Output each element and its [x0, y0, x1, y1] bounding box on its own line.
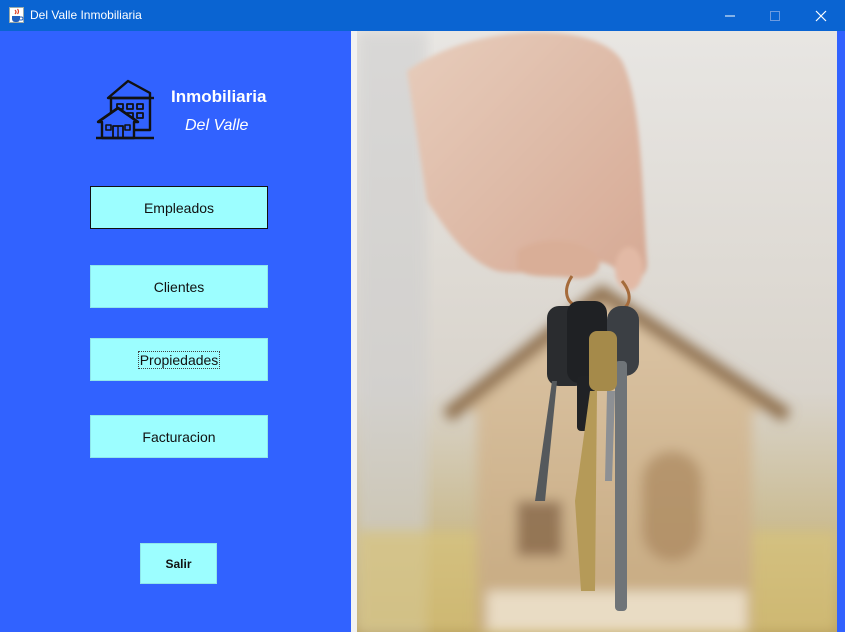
brand-subtitle: Del Valle: [185, 117, 249, 134]
menu-panel: [0, 31, 351, 632]
photo-illustration: [357, 31, 837, 632]
billing-button-label: Facturacion: [142, 428, 216, 445]
clients-button-label: Clientes: [153, 278, 205, 295]
maximize-icon: [769, 10, 780, 21]
window-titlebar[interactable]: Del Valle Inmobiliaria: [0, 0, 845, 31]
maximize-button[interactable]: [752, 0, 797, 31]
employees-button-label: Empleados: [143, 199, 215, 216]
window-title: Del Valle Inmobiliaria: [30, 8, 142, 22]
buildings-icon: [96, 79, 154, 140]
exit-button-label: Salir: [165, 556, 192, 571]
minimize-icon: [724, 15, 735, 16]
billing-button[interactable]: Facturacion: [90, 415, 268, 458]
clients-button[interactable]: Clientes: [90, 265, 268, 308]
minimize-button[interactable]: [707, 0, 752, 31]
house-keys-photo: [357, 31, 837, 632]
employees-button[interactable]: Empleados: [90, 186, 268, 229]
java-cup-icon: [9, 7, 24, 23]
properties-button[interactable]: Propiedades: [90, 338, 268, 381]
exit-button[interactable]: Salir: [140, 543, 217, 584]
window-right-edge: [837, 31, 845, 632]
brand-name: Inmobiliaria: [171, 87, 267, 106]
properties-button-label: Propiedades: [137, 350, 221, 369]
close-button[interactable]: [798, 0, 843, 31]
close-icon: [815, 10, 826, 21]
